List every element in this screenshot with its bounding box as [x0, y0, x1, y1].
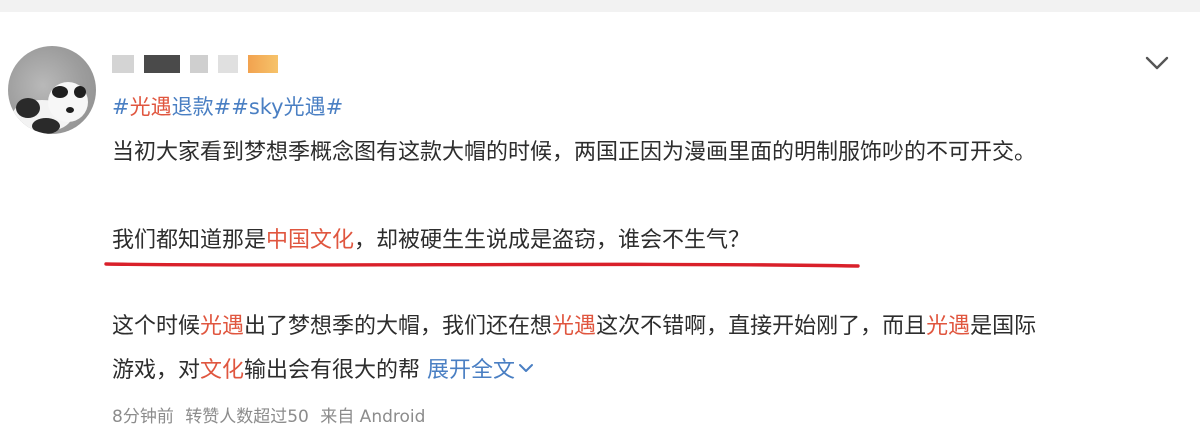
text: 是国际: [970, 314, 1037, 339]
chevron-down-icon: [519, 364, 534, 372]
post-meta: 8分钟前 转赞人数超过50 来自 Android: [112, 404, 425, 430]
highlight-text: 光遇: [926, 314, 971, 339]
expand-label: 展开全文: [427, 358, 516, 383]
highlight-text: 光遇: [200, 314, 245, 339]
text: 出了梦想季的大帽，我们还在想: [244, 314, 553, 339]
text: 输出会有很大的帮: [244, 358, 421, 383]
text: 游戏，对: [112, 358, 201, 383]
post-paragraph-4: 游戏，对文化输出会有很大的帮 展开全文: [112, 356, 535, 386]
expand-full-text-link[interactable]: 展开全文: [427, 358, 535, 383]
highlight-text: 文化: [200, 358, 245, 383]
post-source: 来自 Android: [320, 407, 426, 427]
post-time[interactable]: 8分钟前: [112, 407, 174, 427]
text: 这个时候: [112, 314, 201, 339]
highlight-text: 光遇: [552, 314, 597, 339]
text: 这次不错啊，直接开始刚了，而且: [596, 314, 927, 339]
post-paragraph-3: 这个时候光遇出了梦想季的大帽，我们还在想光遇这次不错啊，直接开始刚了，而且光遇是…: [112, 312, 1036, 342]
repost-count: 转赞人数超过50: [185, 407, 309, 427]
